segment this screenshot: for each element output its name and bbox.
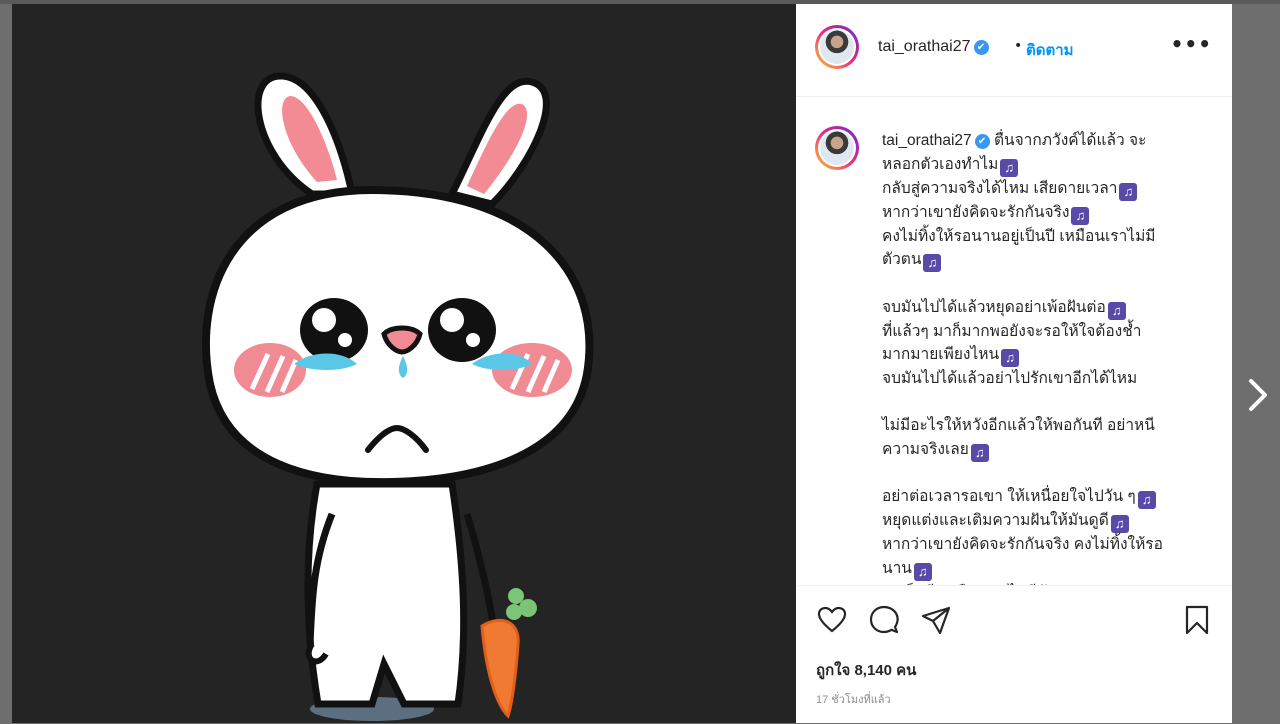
more-options-icon[interactable]: ••• <box>1171 32 1212 56</box>
caption-line: ตัวตน ♫ <box>882 248 1202 272</box>
music-emoji-icon: ♫ <box>1119 182 1138 201</box>
caption-line: คงไม่ทิ้งให้รอนานอยู่เป็นปี เหมือนเราไม่… <box>882 225 1202 249</box>
post-details-panel: tai_orathai27 ✔ • ติดตาม ••• tai_orathai2… <box>796 4 1232 723</box>
avatar[interactable] <box>815 126 859 170</box>
caption-line-text: ความจริงเลย <box>882 440 969 458</box>
music-emoji-icon: ♫ <box>1107 301 1126 320</box>
verified-badge-icon: ✔ <box>974 134 990 149</box>
caption-line: หยุดแต่งและเติมความฝันให้มันดูดี ♫ <box>882 509 1202 533</box>
caption-body: หลอกตัวเองทำไม ♫ กลับสู่ความจริงได้ไหม เสี… <box>882 153 1202 586</box>
chevron-right-icon[interactable] <box>1243 377 1273 413</box>
caption-line-text: อย่าต่อเวลารอเขา ให้เหนื่อยใจไปวัน ๆ <box>882 488 1136 505</box>
post-actions: ถูกใจ 8,140 คน 17 ชั่วโมงที่แล้ว <box>796 585 1232 724</box>
bookmark-icon[interactable] <box>1181 604 1213 636</box>
heart-icon[interactable] <box>816 604 848 636</box>
caption: tai_orathai27 ✔ ตื่นจากภวังค์ได้แล้ว จะ ห… <box>882 129 1202 585</box>
caption-line-text: ไม่มีอะไรให้หวังอีกแล้วให้พอกันที อย่าหน… <box>882 417 1155 434</box>
post-image[interactable] <box>12 4 796 723</box>
follow-button[interactable]: ติดตาม <box>1026 38 1074 62</box>
caption-line-text: คงไม่ทิ้งให้รอนานอยู่เป็นปี เหมือนเราไม่… <box>882 227 1156 245</box>
caption-line: จบมันไปได้แล้วหยุดอย่าเพ้อฝันต่อ ♫ <box>882 296 1202 320</box>
caption-username[interactable]: tai_orathai27 <box>882 132 972 149</box>
caption-line: ตื่นจากภวังค์ได้แล้ว จะ <box>993 132 1147 149</box>
caption-line: มากมายเพียงไหน ♫ <box>882 343 1202 367</box>
music-emoji-icon: ♫ <box>923 254 942 272</box>
music-emoji-icon: ♫ <box>913 562 932 581</box>
caption-line: หลอกตัวเองทำไม ♫ <box>882 153 1202 177</box>
caption-line: หากว่าเขายังคิดจะรักกันจริง ♫ <box>882 201 1202 225</box>
music-emoji-icon: ♫ <box>970 443 989 462</box>
follow-separator: • <box>1014 38 1023 54</box>
header-username-group: tai_orathai27 ✔ <box>878 38 989 56</box>
comment-icon[interactable] <box>868 604 900 636</box>
music-emoji-icon: ♫ <box>1071 206 1090 225</box>
profile-photo <box>820 131 854 165</box>
caption-first-line: tai_orathai27 ✔ ตื่นจากภวังค์ได้แล้ว จะ <box>882 129 1202 153</box>
share-icon[interactable] <box>920 604 952 636</box>
caption-line-text: หลอกตัวเองทำไม <box>882 155 999 173</box>
caption-line: ไม่มีอะไรให้หวังอีกแล้วให้พอกันที อย่าหน… <box>882 414 1202 438</box>
caption-line: ที่แล้วๆ มาก็มากพอยังจะรอให้ใจต้องช้ำ <box>882 320 1202 344</box>
header-username[interactable]: tai_orathai27 <box>878 38 971 55</box>
post-timestamp[interactable]: 17 ชั่วโมงที่แล้ว <box>816 690 891 708</box>
music-emoji-icon: ♫ <box>1110 515 1129 533</box>
caption-line-text: จบมันไปได้แล้วอย่าไปรักเขาอีกได้ไหม <box>882 370 1138 387</box>
caption-line: อย่าต่อเวลารอเขา ให้เหนื่อยใจไปวัน ๆ ♫ <box>882 485 1202 509</box>
caption-line-text: นาน <box>882 559 912 577</box>
caption-line-text: ตัวตน <box>882 251 922 268</box>
caption-line-text: หากว่าเขายังคิดจะรักกันจริง <box>882 203 1070 221</box>
caption-line-text: หยุดแต่งและเติมความฝันให้มันดูดี <box>882 512 1109 529</box>
caption-line: กลับสู่ความจริงได้ไหม เสียดายเวลา ♫ <box>882 177 1202 201</box>
profile-photo <box>820 30 854 64</box>
post-header: tai_orathai27 ✔ • ติดตาม ••• <box>796 4 1232 97</box>
caption-line: หากว่าเขายังคิดจะรักกันจริง คงไม่ทิ้งให้… <box>882 533 1202 557</box>
verified-badge-icon: ✔ <box>973 40 989 55</box>
caption-line-text: มากมายเพียงไหน <box>882 346 1000 363</box>
music-emoji-icon: ♫ <box>1000 158 1019 177</box>
caption-line: จบมันไปได้แล้วอย่าไปรักเขาอีกได้ไหม <box>882 367 1202 391</box>
comments-area[interactable]: tai_orathai27 ✔ ตื่นจากภวังค์ได้แล้ว จะ ห… <box>796 97 1232 585</box>
bunny-illustration <box>201 72 594 721</box>
caption-line-text: หากว่าเขายังคิดจะรักกันจริง คงไม่ทิ้งให้… <box>882 536 1163 553</box>
caption-line-text: กลับสู่ความจริงได้ไหม เสียดายเวลา <box>882 179 1118 197</box>
caption-line: นาน ♫ <box>882 557 1202 581</box>
music-emoji-icon: ♫ <box>1137 491 1156 509</box>
caption-line-text: ที่แล้วๆ มาก็มากพอยังจะรอให้ใจต้องช้ำ <box>882 322 1142 340</box>
avatar[interactable] <box>815 25 859 69</box>
likes-count[interactable]: ถูกใจ 8,140 คน <box>816 658 916 682</box>
music-emoji-icon: ♫ <box>1001 349 1020 367</box>
caption-line: ความจริงเลย ♫ <box>882 438 1202 462</box>
caption-line-text: จบมันไปได้แล้วหยุดอย่าเพ้อฝันต่อ <box>882 298 1106 316</box>
